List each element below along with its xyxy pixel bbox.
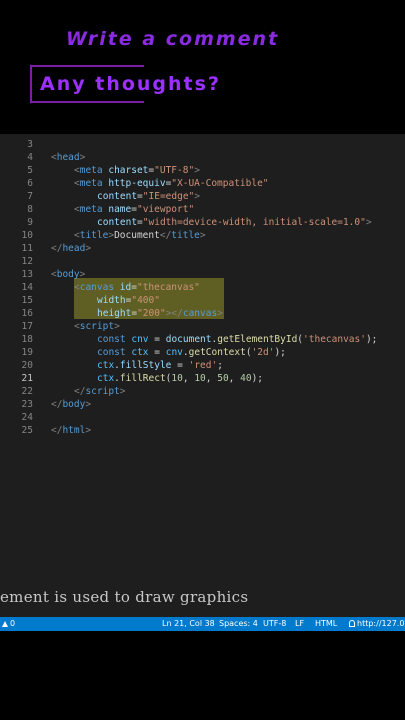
code-line: 10 <title>Document</title> [0, 229, 405, 242]
line-number: 3 [27, 139, 33, 150]
line-number: 13 [21, 269, 33, 280]
code-line: 11 </head> [0, 242, 405, 255]
line-number: 8 [27, 204, 33, 215]
code-line: 8 <meta name="viewport" [0, 203, 405, 216]
code-line: 9 content="width=device-width, initial-sc… [0, 216, 405, 229]
code-line: 23 </body> [0, 398, 405, 411]
line-number: 15 [21, 295, 33, 306]
language-mode[interactable]: HTML [315, 617, 337, 631]
line-number: 16 [21, 308, 33, 319]
comment-input-placeholder[interactable]: Any thoughts? [40, 73, 221, 95]
cursor-position[interactable]: Ln 21, Col 38 [162, 617, 215, 631]
line-number: 25 [21, 425, 33, 436]
indentation-setting[interactable]: Spaces: 4 [219, 617, 258, 631]
comment-overlay-title: Write a comment [66, 28, 280, 50]
code-line: 22 </script> [0, 385, 405, 398]
line-number: 6 [27, 178, 33, 189]
code-line: 20 ctx.fillStyle = 'red'; [0, 359, 405, 372]
live-server-button[interactable]: http://127.0.0. [349, 617, 405, 631]
code-line: 17 <script> [0, 320, 405, 333]
line-number: 10 [21, 230, 33, 241]
line-number: 11 [21, 243, 33, 254]
broadcast-icon [349, 620, 355, 627]
code-line: 5 <meta charset="UTF-8"> [0, 164, 405, 177]
problems-indicator[interactable]: 0 [2, 617, 15, 631]
line-number: 21 [21, 373, 33, 384]
line-number: 20 [21, 360, 33, 371]
line-number: 23 [21, 399, 33, 410]
code-line: 4 <head> [0, 151, 405, 164]
code-editor[interactable]: 3 4 <head> 5 <meta charset="UTF-8"> 6 <meta… [0, 134, 405, 617]
line-number: 7 [27, 191, 33, 202]
line-number: 4 [27, 152, 33, 163]
warning-icon [2, 621, 8, 627]
line-number: 24 [21, 412, 33, 423]
code-line: 6 <meta http-equiv="X-UA-Compatible" [0, 177, 405, 190]
code-line: 18 const cnv = document.getElementById('t… [0, 333, 405, 346]
video-caption: ement is used to draw graphics [0, 588, 249, 606]
line-number: 5 [27, 165, 33, 176]
code-line: 21 ctx.fillRect(10, 10, 50, 40); [0, 372, 405, 385]
code-line: 24 [0, 411, 405, 424]
line-number: 9 [27, 217, 33, 228]
code-line: 13 <body> [0, 268, 405, 281]
line-number: 22 [21, 386, 33, 397]
code-line: 25 </html> [0, 424, 405, 437]
line-number: 19 [21, 347, 33, 358]
eol-setting[interactable]: LF [295, 617, 304, 631]
code-line: 7 content="IE=edge"> [0, 190, 405, 203]
code-line: 14 <canvas id="thecanvas" [0, 281, 405, 294]
status-bar: 0 Ln 21, Col 38 Spaces: 4 UTF-8 LF HTML … [0, 617, 405, 631]
line-number: 17 [21, 321, 33, 332]
problems-count: 0 [10, 619, 16, 628]
live-server-url: http://127.0.0. [357, 619, 405, 628]
line-number: 14 [21, 282, 33, 293]
code-line: 16 height="200"></canvas> [0, 307, 405, 320]
line-number: 12 [21, 256, 33, 267]
line-number: 18 [21, 334, 33, 345]
encoding-setting[interactable]: UTF-8 [263, 617, 286, 631]
code-line: 15 width="400" [0, 294, 405, 307]
code-line: 3 [0, 138, 405, 151]
code-line: 19 const ctx = cnv.getContext('2d'); [0, 346, 405, 359]
code-line: 12 [0, 255, 405, 268]
